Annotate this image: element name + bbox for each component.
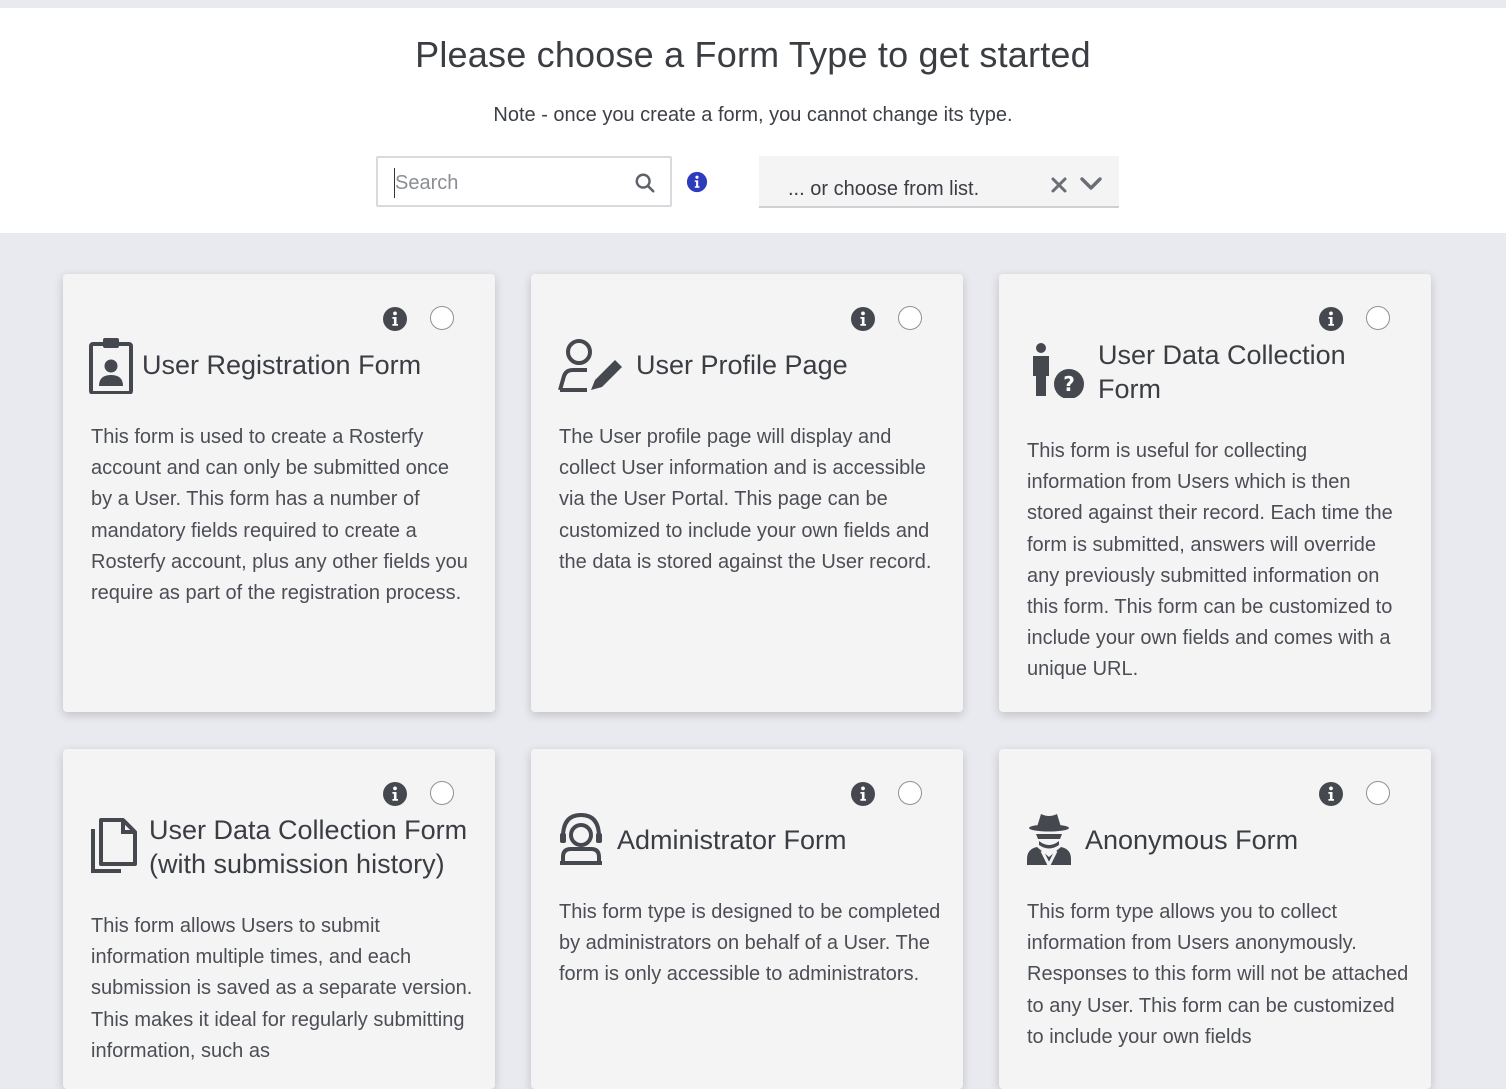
user-secret-icon [1027,814,1071,867]
select-radio[interactable] [1366,306,1390,330]
copy-icon [91,818,137,873]
form-type-select[interactable]: ... or choose from list. [759,156,1119,208]
user-headset-icon [560,812,602,865]
card-title: User Registration Form [142,350,422,380]
info-icon[interactable] [382,781,408,807]
id-badge-icon [89,338,133,394]
card-title: Administrator Form [617,825,847,855]
select-radio[interactable] [430,306,454,330]
card-title: User Data Collection Form [1098,340,1346,404]
card-description: The User profile page will display and c… [559,426,932,573]
user-edit-icon [558,339,622,392]
svg-text:?: ? [1063,372,1075,396]
info-icon[interactable] [850,781,876,807]
info-icon[interactable] [1318,781,1344,807]
card-description: This form is used to create a Rosterfy a… [91,426,468,605]
form-type-card-user-registration[interactable]: User Registration Form This form is used… [63,274,495,712]
card-title: User Data Collection Form (with submissi… [149,815,468,879]
user-question-icon: ? [1033,343,1084,398]
form-type-select-placeholder: ... or choose from list. [788,178,980,200]
card-description: This form allows Users to submit informa… [91,915,473,1062]
clear-icon[interactable] [1050,176,1068,194]
page-title: Please choose a Form Type to get started [415,34,1091,75]
top-strip [0,0,1506,8]
card-title: Anonymous Form [1085,825,1299,855]
card-description: This form is useful for collecting infor… [1027,440,1393,681]
search-box[interactable] [376,156,672,207]
search-info-icon[interactable] [686,171,708,193]
form-type-card-user-profile[interactable]: User Profile Page The User profile page … [531,274,963,712]
form-type-card-administrator[interactable]: Administrator Form This form type is des… [531,749,963,1089]
info-icon[interactable] [850,306,876,332]
chevron-down-icon[interactable] [1079,175,1103,193]
form-type-note: Note - once you create a form, you canno… [493,104,1013,126]
form-type-card-user-data-collection[interactable]: ? User Data Collection Form This form is… [999,274,1431,712]
form-type-card-anonymous[interactable]: Anonymous Form This form type allows you… [999,749,1431,1089]
info-icon[interactable] [382,306,408,332]
form-type-header: Please choose a Form Type to get started… [0,8,1506,233]
search-icon[interactable] [634,172,656,194]
select-radio[interactable] [898,306,922,330]
card-title: User Profile Page [636,350,848,380]
card-description: This form type is designed to be complet… [559,901,941,986]
search-input[interactable] [394,168,627,198]
select-radio[interactable] [1366,781,1390,805]
card-description: This form type allows you to collect inf… [1027,901,1409,1048]
select-radio[interactable] [430,781,454,805]
select-radio[interactable] [898,781,922,805]
info-icon[interactable] [1318,306,1344,332]
form-type-card-user-data-collection-history[interactable]: User Data Collection Form (with submissi… [63,749,495,1089]
